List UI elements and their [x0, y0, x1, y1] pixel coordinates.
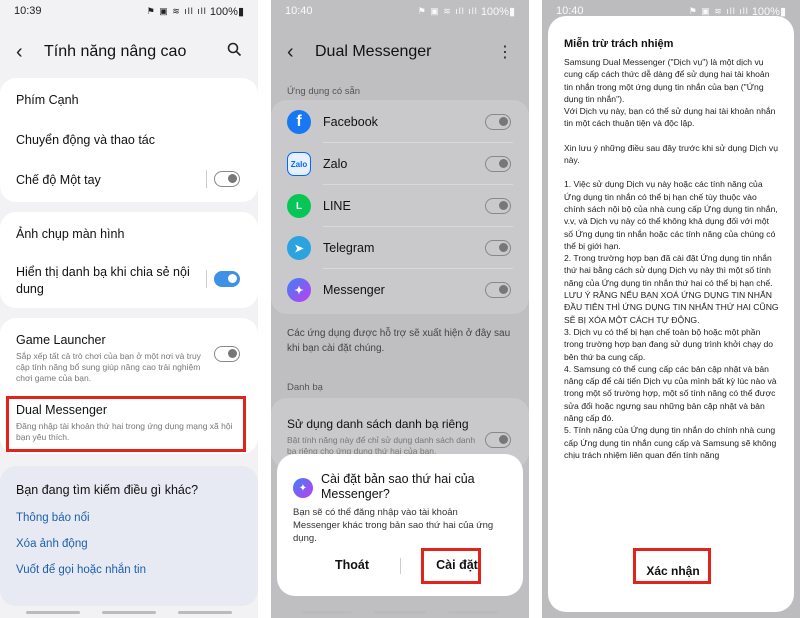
dialog-title: Cài đặt bản sao thứ hai của Messenger?	[321, 472, 475, 501]
app-row-facebook[interactable]: f Facebook	[287, 102, 513, 142]
messenger-icon: ✦	[287, 278, 311, 302]
setting-screenshots[interactable]: Ảnh chụp màn hình	[16, 226, 242, 243]
highlight-box	[421, 548, 481, 584]
messenger-icon: ✦	[293, 478, 313, 498]
status-time: 10:40	[285, 5, 313, 17]
setting-game-launcher[interactable]: Game Launcher Sắp xếp tất cả trò chơi củ…	[16, 332, 212, 384]
status-icons: ⚑ ▣ ≋ ıll ıll	[688, 5, 749, 16]
app-row-zalo[interactable]: Zalo Zalo	[287, 144, 513, 184]
back-arrow-icon[interactable]: ‹	[16, 42, 38, 62]
divider	[206, 270, 207, 288]
one-handed-mode-toggle[interactable]	[214, 171, 240, 187]
setting-separate-contacts[interactable]: Sử dụng danh sách danh bạ riêng Bật tính…	[287, 416, 479, 457]
divider	[400, 558, 401, 574]
facebook-icon: f	[287, 110, 311, 134]
divider	[323, 142, 513, 143]
setting-label: Phím Cạnh	[16, 93, 79, 107]
disclaimer-heading: Miễn trừ trách nhiệm	[564, 38, 674, 50]
highlight-box	[6, 396, 246, 452]
app-name: LINE	[323, 199, 351, 213]
disclaimer-paragraph: 5. Tính năng của Ứng dụng tin nhắn do ch…	[564, 425, 777, 460]
screen-dual-messenger: 10:40 ⚑ ▣ ≋ ıll ıll 100%▮ ‹ Dual Messenge…	[271, 0, 529, 618]
disclaimer-paragraph: 2. Trong trường hợp bạn đã cài đặt Ứng d…	[564, 253, 779, 325]
game-launcher-toggle[interactable]	[214, 346, 240, 362]
status-time: 10:39	[14, 5, 42, 17]
link-floating-notifications[interactable]: Thông báo nổi	[16, 512, 90, 524]
status-bar: 10:40 ⚑ ▣ ≋ ıll ıll 100%▮	[271, 0, 529, 22]
divider	[323, 184, 513, 185]
app-row-messenger[interactable]: ✦ Messenger	[287, 270, 513, 310]
disclaimer-paragraph: Xin lưu ý những điều sau đây trước khi s…	[564, 142, 778, 166]
status-bar: 10:39 ⚑ ▣ ≋ ıll ıll 100%▮	[0, 0, 258, 22]
app-row-line[interactable]: L LINE	[287, 186, 513, 226]
telegram-toggle[interactable]	[485, 240, 511, 256]
supported-apps-note: Các ứng dụng được hỗ trợ sẽ xuất hiện ở …	[287, 328, 511, 354]
setting-one-handed-mode[interactable]: Chế độ Một tay	[16, 172, 242, 189]
zalo-icon: Zalo	[287, 152, 311, 176]
disclaimer-body[interactable]: Samsung Dual Messenger ("Dịch vụ") là mộ…	[564, 56, 780, 552]
dialog-message: Bạn sẽ có thể đăng nhập vào tài khoản Me…	[293, 507, 494, 544]
disclaimer-paragraph: 4. Samsung có thể cung cấp các bản cập n…	[564, 363, 777, 424]
line-toggle[interactable]	[485, 198, 511, 214]
screen-disclaimer: 10:40 ⚑ ▣ ≋ ıll ıll 100%▮ Miễn trừ trách …	[542, 0, 800, 618]
disclaimer-paragraph: 3. Dịch vụ có thể bị hạn chế toàn bộ hoặ…	[564, 326, 774, 362]
battery-level: 100%▮	[209, 5, 244, 18]
install-dialog: ✦ Cài đặt bản sao thứ hai của Messenger?…	[277, 454, 523, 596]
highlight-box	[633, 548, 711, 584]
settings-card-1: Phím Cạnh Chuyển động và thao tác Chế độ…	[0, 78, 258, 202]
messenger-toggle[interactable]	[485, 282, 511, 298]
back-arrow-icon[interactable]: ‹	[287, 42, 309, 62]
setting-show-contacts-sharing[interactable]: Hiển thị danh bạ khi chia sẻ nội dung	[16, 264, 206, 298]
app-row-telegram[interactable]: ➤ Telegram	[287, 228, 513, 268]
battery-level: 100%▮	[480, 5, 515, 18]
settings-card-2: Ảnh chụp màn hình Hiển thị danh bạ khi c…	[0, 212, 258, 308]
page-title: Tính năng nâng cao	[44, 43, 187, 60]
more-options-icon[interactable]: ⋮	[497, 42, 513, 62]
setting-label: Ảnh chụp màn hình	[16, 227, 125, 241]
app-bar: ‹ Tính năng nâng cao	[0, 38, 258, 66]
page-title: Dual Messenger	[315, 43, 432, 60]
disclaimer-dialog: Miễn trừ trách nhiệm Samsung Dual Messen…	[548, 16, 794, 612]
setting-side-key[interactable]: Phím Cạnh	[16, 92, 242, 109]
link-swipe-call-message[interactable]: Vuốt để gọi hoặc nhắn tin	[16, 564, 146, 576]
screen-advanced-features: 10:39 ⚑ ▣ ≋ ıll ıll 100%▮ ‹ Tính năng nân…	[0, 0, 258, 618]
link-remove-animations[interactable]: Xóa ảnh động	[16, 538, 88, 550]
section-available-apps: Ứng dụng có sẵn	[287, 86, 361, 97]
navigation-bar	[26, 611, 232, 614]
apps-card: f Facebook Zalo Zalo L LINE ➤ Telegram ✦…	[271, 100, 529, 314]
search-icon[interactable]	[227, 42, 242, 62]
app-name: Telegram	[323, 241, 375, 255]
setting-label: Sử dụng danh sách danh bạ riêng	[287, 417, 469, 431]
app-name: Messenger	[323, 283, 385, 297]
status-icons: ⚑ ▣ ≋ ıll ıll	[417, 5, 478, 16]
setting-motions-gestures[interactable]: Chuyển động và thao tác	[16, 132, 242, 149]
suggestion-card: Bạn đang tìm kiếm điều gì khác? Thông bá…	[0, 466, 258, 606]
setting-description: Sắp xếp tất cả trò chơi của bạn ở một nơ…	[16, 351, 201, 383]
divider	[323, 268, 513, 269]
setting-label: Chuyển động và thao tác	[16, 133, 155, 147]
navigation-bar	[301, 611, 499, 614]
suggestion-heading: Bạn đang tìm kiếm điều gì khác?	[16, 483, 199, 497]
app-name: Zalo	[323, 157, 348, 171]
setting-label: Hiển thị danh bạ khi chia sẻ nội dung	[16, 265, 190, 296]
cancel-button[interactable]: Thoát	[307, 558, 397, 572]
disclaimer-paragraph: 1. Việc sử dụng Dịch vụ này hoặc các tín…	[564, 179, 778, 251]
app-name: Facebook	[323, 115, 378, 129]
status-icons: ⚑ ▣ ≋ ıll ıll	[146, 5, 207, 16]
telegram-icon: ➤	[287, 236, 311, 260]
setting-label: Game Launcher	[16, 333, 106, 347]
app-bar: ‹ Dual Messenger ⋮	[271, 38, 529, 66]
disclaimer-paragraph: Samsung Dual Messenger ("Dịch vụ") là mộ…	[564, 57, 770, 104]
divider	[206, 170, 207, 188]
separate-contacts-toggle[interactable]	[485, 432, 511, 448]
setting-label: Chế độ Một tay	[16, 173, 101, 187]
show-contacts-toggle[interactable]	[214, 271, 240, 287]
disclaimer-paragraph: Với Dịch vụ này, bạn có thể sử dụng hai …	[564, 106, 776, 129]
section-contacts: Danh bạ	[287, 382, 323, 393]
divider	[323, 226, 513, 227]
line-icon: L	[287, 194, 311, 218]
facebook-toggle[interactable]	[485, 114, 511, 130]
zalo-toggle[interactable]	[485, 156, 511, 172]
